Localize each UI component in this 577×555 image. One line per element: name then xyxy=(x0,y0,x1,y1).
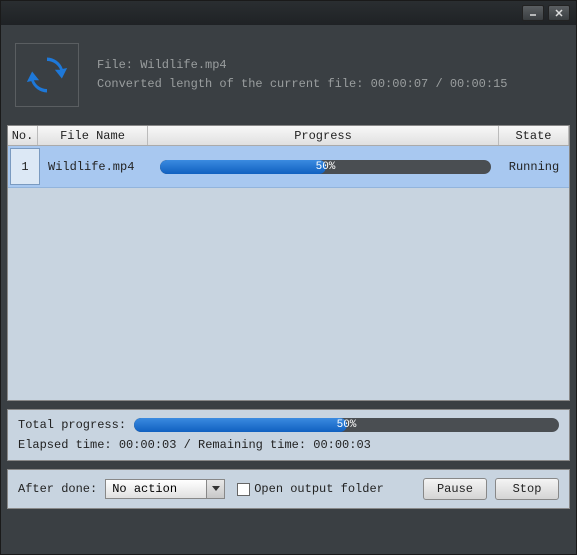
stop-button[interactable]: Stop xyxy=(495,478,559,500)
col-state[interactable]: State xyxy=(499,126,569,145)
col-no[interactable]: No. xyxy=(8,126,38,145)
spinner-icon xyxy=(15,43,79,107)
close-button[interactable] xyxy=(548,5,570,21)
cell-state: Running xyxy=(499,146,569,187)
minimize-button[interactable] xyxy=(522,5,544,21)
open-output-folder-checkbox[interactable] xyxy=(237,483,250,496)
col-progress[interactable]: Progress xyxy=(148,126,499,145)
table-row[interactable]: 1 Wildlife.mp4 50% Running xyxy=(8,146,569,188)
pause-button[interactable]: Pause xyxy=(423,478,487,500)
titlebar xyxy=(1,1,576,25)
current-file-label: File: Wildlife.mp4 xyxy=(97,56,507,75)
footer: After done: No action Open output folder… xyxy=(7,469,570,509)
cell-no: 1 xyxy=(10,148,40,185)
after-done-dropdown[interactable]: No action xyxy=(105,479,225,499)
converted-length-label: Converted length of the current file: 00… xyxy=(97,75,507,94)
cell-progress: 50% xyxy=(152,146,499,187)
total-progress-percent: 50% xyxy=(134,418,559,432)
total-progress-bar: 50% xyxy=(134,418,559,432)
row-progress-label: 50% xyxy=(160,160,491,174)
info-text: File: Wildlife.mp4 Converted length of t… xyxy=(97,56,507,94)
total-progress-label: Total progress: xyxy=(18,418,126,432)
info-panel: File: Wildlife.mp4 Converted length of t… xyxy=(1,25,576,125)
open-output-folder-label: Open output folder xyxy=(254,482,384,496)
after-done-label: After done: xyxy=(18,482,97,496)
col-file-name[interactable]: File Name xyxy=(38,126,148,145)
file-table: No. File Name Progress State 1 Wildlife.… xyxy=(7,125,570,401)
conversion-dialog: File: Wildlife.mp4 Converted length of t… xyxy=(0,0,577,555)
elapsed-remaining-label: Elapsed time: 00:00:03 / Remaining time:… xyxy=(18,438,559,452)
total-section: Total progress: 50% Elapsed time: 00:00:… xyxy=(7,409,570,461)
dropdown-value: No action xyxy=(112,482,177,496)
cell-file-name: Wildlife.mp4 xyxy=(42,146,152,187)
table-header: No. File Name Progress State xyxy=(8,126,569,146)
chevron-down-icon xyxy=(206,480,224,498)
row-progress-bar: 50% xyxy=(160,160,491,174)
